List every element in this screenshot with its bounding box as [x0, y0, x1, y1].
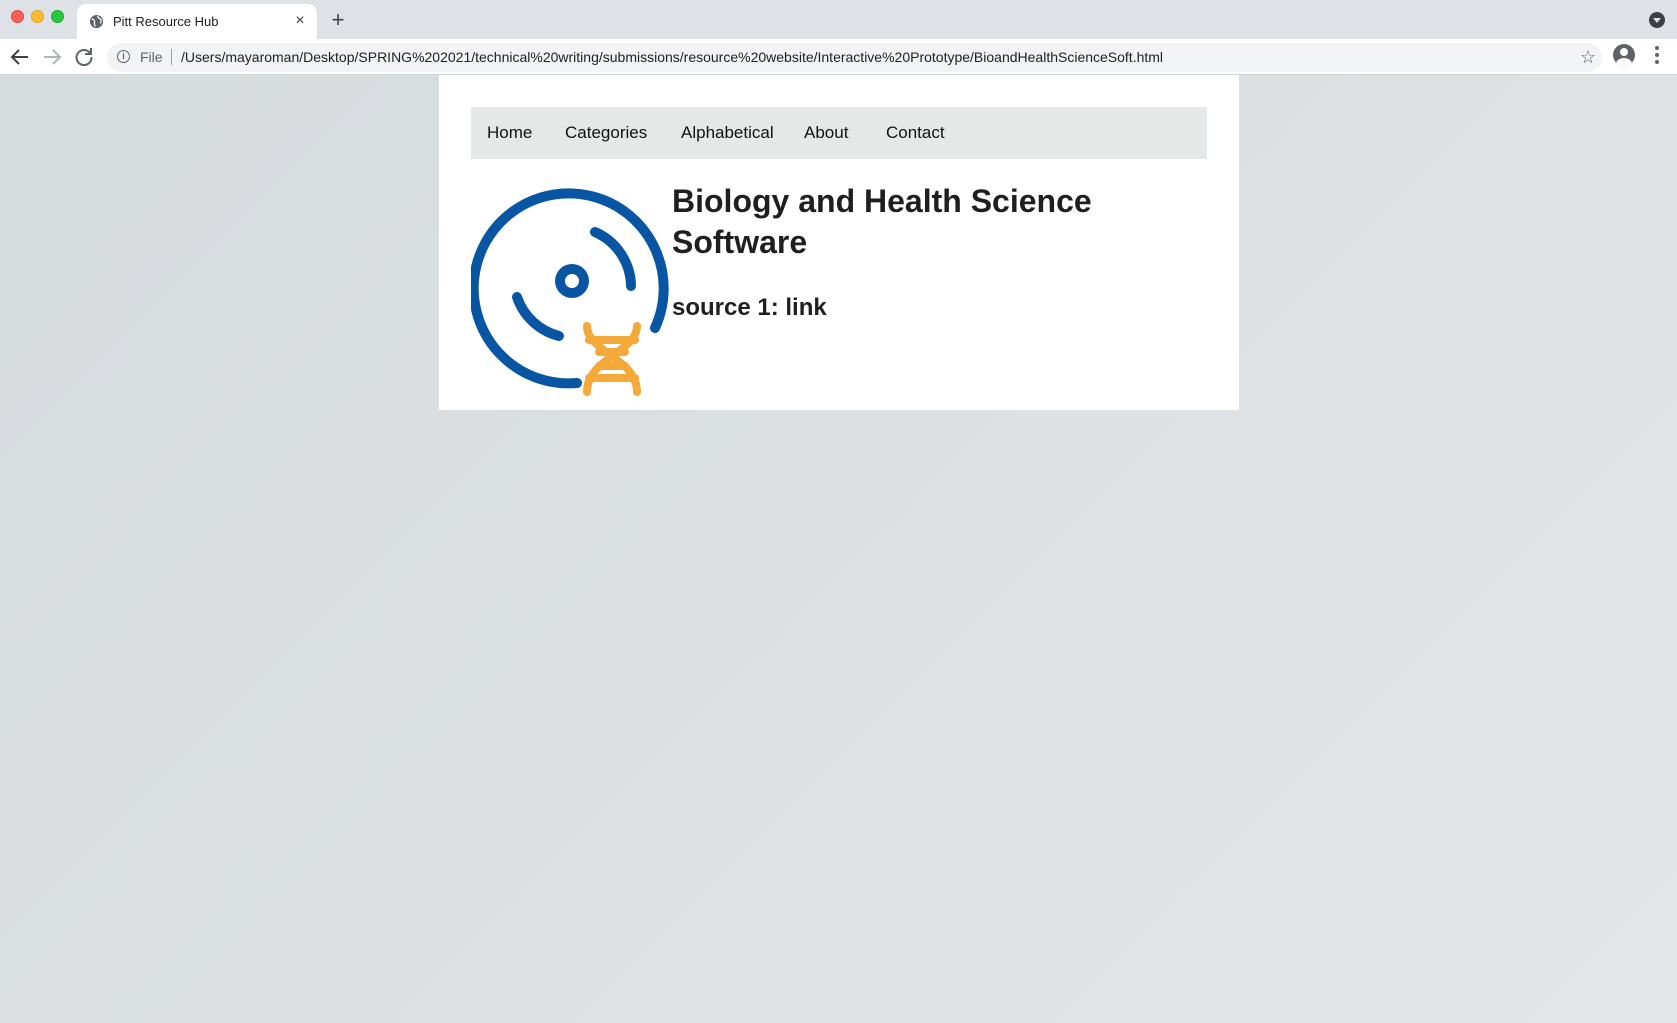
kebab-menu-icon[interactable]	[1650, 44, 1664, 66]
tab-search-icon[interactable]	[1649, 12, 1665, 28]
disc-dna-icon	[471, 188, 669, 396]
tab-title: Pitt Resource Hub	[113, 14, 219, 29]
profile-icon[interactable]	[1613, 44, 1635, 66]
globe-icon	[89, 14, 104, 29]
nav-about-link[interactable]: About	[804, 123, 848, 143]
url-text[interactable]: /Users/mayaroman/Desktop/SPRING%202021/t…	[181, 49, 1163, 65]
close-tab-icon[interactable]: ×	[291, 12, 309, 30]
nav-contact-link[interactable]: Contact	[886, 123, 945, 143]
browser-tab[interactable]: Pitt Resource Hub ×	[77, 4, 317, 39]
url-scheme-label: File	[140, 49, 172, 65]
window-minimize-button[interactable]	[31, 10, 44, 23]
page-title: Biology and Health Science Software	[672, 183, 1092, 260]
nav-home-link[interactable]: Home	[487, 123, 532, 143]
nav-alphabetical-link[interactable]: Alphabetical	[681, 123, 774, 143]
content-card: Home Categories Alphabetical About Conta…	[439, 75, 1239, 410]
site-navbar: Home Categories Alphabetical About Conta…	[471, 107, 1207, 159]
star-icon[interactable]: ☆	[1580, 47, 1596, 68]
browser-toolbar: i File /Users/mayaroman/Desktop/SPRING%2…	[0, 39, 1677, 75]
window-zoom-button[interactable]	[51, 10, 64, 23]
browser-tab-strip: Pitt Resource Hub × +	[0, 0, 1677, 39]
reload-icon[interactable]	[72, 45, 96, 69]
source-link[interactable]: source 1: link	[672, 294, 827, 322]
new-tab-button[interactable]: +	[326, 8, 350, 32]
nav-categories-link[interactable]: Categories	[565, 123, 647, 143]
window-close-button[interactable]	[11, 10, 24, 23]
arrow-left-icon[interactable]	[8, 45, 32, 69]
info-icon[interactable]: i	[117, 50, 130, 63]
page-viewport: Home Categories Alphabetical About Conta…	[0, 75, 1677, 1023]
arrow-right-icon[interactable]	[40, 45, 64, 69]
address-bar[interactable]: i File /Users/mayaroman/Desktop/SPRING%2…	[107, 43, 1602, 72]
